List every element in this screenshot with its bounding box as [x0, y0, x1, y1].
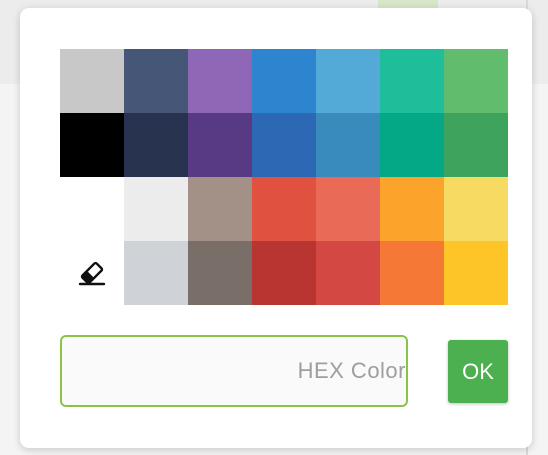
hex-color-input[interactable]: [60, 335, 408, 407]
color-swatch[interactable]: [380, 49, 444, 113]
color-swatch[interactable]: [188, 241, 252, 305]
color-swatch[interactable]: [380, 241, 444, 305]
color-swatch[interactable]: [252, 113, 316, 177]
eraser-icon: [78, 261, 106, 286]
color-swatch[interactable]: [60, 49, 124, 113]
color-swatch[interactable]: [380, 177, 444, 241]
color-swatch[interactable]: [60, 113, 124, 177]
color-swatch[interactable]: [444, 49, 508, 113]
color-swatch[interactable]: [316, 49, 380, 113]
color-swatch[interactable]: [124, 49, 188, 113]
color-swatch[interactable]: [188, 49, 252, 113]
clear-color-button[interactable]: [60, 241, 124, 305]
color-swatch[interactable]: [380, 113, 444, 177]
color-picker-popup: OK: [20, 8, 532, 448]
color-swatch[interactable]: [444, 241, 508, 305]
background-tab: [378, 0, 438, 8]
color-palette: [60, 49, 508, 305]
color-swatch[interactable]: [188, 113, 252, 177]
color-swatch[interactable]: [188, 177, 252, 241]
color-swatch[interactable]: [316, 177, 380, 241]
color-swatch[interactable]: [124, 177, 188, 241]
color-swatch[interactable]: [252, 49, 316, 113]
color-swatch[interactable]: [316, 113, 380, 177]
color-swatch[interactable]: [444, 177, 508, 241]
color-swatch[interactable]: [252, 241, 316, 305]
color-swatch[interactable]: [124, 241, 188, 305]
color-swatch[interactable]: [124, 113, 188, 177]
color-swatch[interactable]: [316, 241, 380, 305]
empty-swatch: [60, 177, 124, 241]
color-swatch[interactable]: [444, 113, 508, 177]
color-swatch[interactable]: [252, 177, 316, 241]
ok-button[interactable]: OK: [448, 340, 508, 403]
